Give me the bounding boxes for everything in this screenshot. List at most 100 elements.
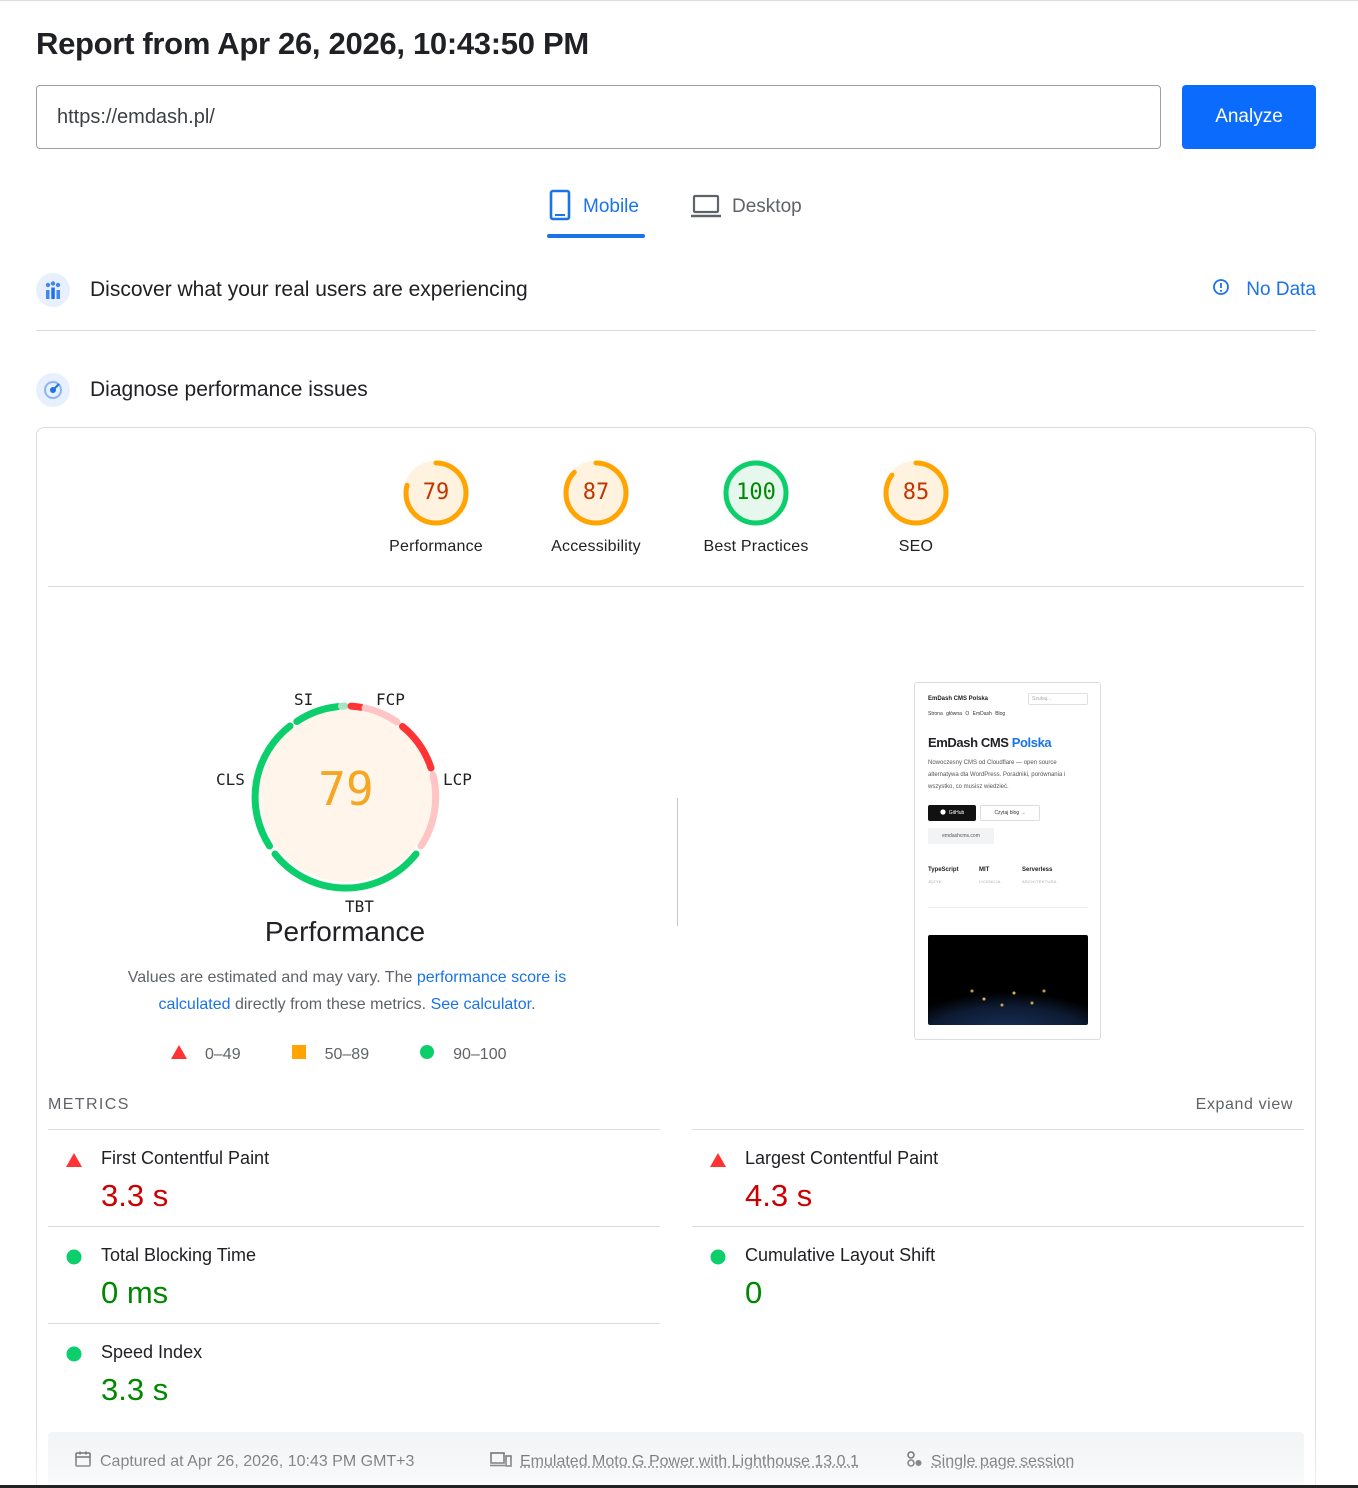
fail-triangle-icon xyxy=(66,1152,82,1173)
page-screenshot[interactable]: EmDash CMS Polska Szukaj... Strona główn… xyxy=(914,682,1101,1040)
tab-desktop[interactable]: Desktop xyxy=(690,188,802,240)
screenshot-brand: EmDash CMS Polska xyxy=(928,696,989,702)
screenshot-stat-label: LICENCJA xyxy=(979,879,1001,884)
gauge-tag-tbt: TBT xyxy=(345,897,374,916)
metric-name: Cumulative Layout Shift xyxy=(745,1245,936,1265)
active-tab-indicator xyxy=(547,234,645,238)
metric-value: 0 ms xyxy=(101,1275,169,1310)
screenshot-stat-value: MIT xyxy=(979,867,990,873)
metric-value: 0 xyxy=(745,1275,763,1310)
tab-mobile-label: Mobile xyxy=(583,196,639,217)
tab-mobile[interactable]: Mobile xyxy=(547,188,645,240)
session-icon xyxy=(905,1450,923,1473)
speedometer-icon xyxy=(36,373,70,407)
screenshot-description: Nowoczesny CMS od Cloudflare — open sour… xyxy=(928,760,1066,790)
screenshot-nav: Strona główna O EmDash Blog xyxy=(928,711,1006,717)
info-icon xyxy=(1212,278,1230,302)
gauge-performance[interactable]: 79 Performance xyxy=(356,458,516,556)
page-title: Report from Apr 26, 2026, 10:43:50 PM xyxy=(36,26,589,61)
legend-average: 50–89 xyxy=(291,1044,369,1065)
github-icon xyxy=(940,809,946,817)
expand-view-button[interactable]: Expand view xyxy=(1196,1096,1293,1114)
metric-value: 4.3 s xyxy=(745,1178,813,1213)
legend-pass: 90–100 xyxy=(419,1044,506,1065)
circle-icon xyxy=(419,1044,435,1065)
mobile-phone-icon xyxy=(547,188,573,228)
session-type[interactable]: Single page session xyxy=(905,1450,1074,1473)
screenshot-stat-value: Serverless xyxy=(1022,867,1053,873)
gauge-label: SEO xyxy=(898,538,934,555)
pass-circle-icon xyxy=(66,1249,82,1270)
legend-fail-label: 0–49 xyxy=(205,1045,241,1063)
field-data-title: Discover what your real users are experi… xyxy=(90,278,528,301)
gauge-label: Performance xyxy=(389,538,483,555)
metric-tbt: Total Blocking Time 0 ms xyxy=(48,1226,660,1323)
section-divider xyxy=(36,330,1316,331)
gauge-score: 85 xyxy=(902,480,930,505)
performance-score: 79 xyxy=(318,762,374,816)
analyze-button[interactable]: Analyze xyxy=(1182,85,1316,149)
metric-value: 3.3 s xyxy=(101,1178,169,1213)
metric-name: Total Blocking Time xyxy=(101,1245,257,1265)
screenshot-stat-value: TypeScript xyxy=(928,867,959,873)
note-text-2: directly from these metrics. xyxy=(230,996,431,1013)
gauge-best-practices[interactable]: 100 Best Practices xyxy=(676,458,836,556)
note-text-1: Values are estimated and may vary. The xyxy=(127,969,417,986)
captured-at: Captured at Apr 26, 2026, 10:43 PM GMT+3 xyxy=(74,1450,414,1473)
arc-fcp xyxy=(347,702,365,711)
gauge-score: 87 xyxy=(582,480,610,505)
screenshot-stat-label: ARCHITEKTURA xyxy=(1022,879,1057,884)
laptop-icon xyxy=(690,188,722,228)
url-input[interactable] xyxy=(36,85,1161,149)
top-border xyxy=(0,0,1358,1)
note-text-3: . xyxy=(531,996,536,1013)
session-label: Single page session xyxy=(931,1452,1075,1470)
metric-name: First Contentful Paint xyxy=(101,1148,270,1168)
screenshot-search: Szukaj... xyxy=(1028,693,1088,705)
screenshot-earth-image xyxy=(928,935,1088,1025)
legend-fail: 0–49 xyxy=(171,1045,241,1064)
metric-cls: Cumulative Layout Shift 0 xyxy=(692,1226,1304,1323)
score-legend: 0–49 50–89 90–100 xyxy=(171,1044,556,1065)
gauge-label: Best Practices xyxy=(703,538,809,555)
legend-pass-label: 90–100 xyxy=(453,1045,507,1063)
category-gauges: 79 Performance 87 Accessibility 100 Best… xyxy=(37,458,1315,598)
screenshot-github-label: GitHub xyxy=(948,810,965,816)
pass-circle-icon xyxy=(66,1346,82,1367)
metric-lcp: Largest Contentful Paint 4.3 s xyxy=(692,1129,1304,1226)
gauge-seo[interactable]: 85 SEO xyxy=(836,458,996,556)
gauge-score: 79 xyxy=(422,480,450,505)
see-calculator-link[interactable]: See calculator xyxy=(431,996,532,1013)
emulated-device[interactable]: Emulated Moto G Power with Lighthouse 13… xyxy=(490,1450,859,1473)
captured-label: Captured at Apr 26, 2026, 10:43 PM GMT+3 xyxy=(100,1452,415,1470)
gauge-tag-lcp: LCP xyxy=(443,770,472,789)
lab-data-title: Diagnose performance issues xyxy=(90,378,368,401)
no-data-label: No Data xyxy=(1246,279,1316,300)
screenshot-divider xyxy=(928,907,1088,908)
gauges-divider xyxy=(48,586,1304,587)
metrics-heading: METRICS xyxy=(48,1096,130,1113)
no-data-link[interactable]: No Data xyxy=(1212,278,1316,302)
screenshot-stat-label: JĘZYK xyxy=(928,879,942,884)
performance-title: Performance xyxy=(264,916,426,947)
gauge-tag-cls: CLS xyxy=(216,770,245,789)
devices-icon xyxy=(490,1450,512,1473)
triangle-icon xyxy=(171,1045,187,1064)
score-note: Values are estimated and may vary. The p… xyxy=(97,964,597,1018)
gauge-score: 100 xyxy=(736,480,776,505)
screenshot-github-button: GitHub xyxy=(928,805,976,821)
vertical-separator xyxy=(677,798,678,926)
users-chart-icon xyxy=(36,273,70,307)
screenshot-heading: EmDash CMS Polska xyxy=(928,735,1052,750)
screenshot-blog-button: Czytaj blog → xyxy=(980,805,1040,821)
tab-desktop-label: Desktop xyxy=(732,196,802,217)
metric-name: Largest Contentful Paint xyxy=(745,1148,939,1168)
runtime-settings: Captured at Apr 26, 2026, 10:43 PM GMT+3… xyxy=(48,1432,1304,1488)
screenshot-heading-a: EmDash CMS xyxy=(928,735,1012,750)
report-card: 79 Performance 87 Accessibility 100 Best… xyxy=(36,427,1316,1488)
pass-circle-icon xyxy=(710,1249,726,1270)
gauge-accessibility[interactable]: 87 Accessibility xyxy=(516,458,676,556)
screenshot-heading-b: Polska xyxy=(1011,735,1052,750)
metric-name: Speed Index xyxy=(101,1342,203,1362)
gauge-label: Accessibility xyxy=(551,538,641,555)
